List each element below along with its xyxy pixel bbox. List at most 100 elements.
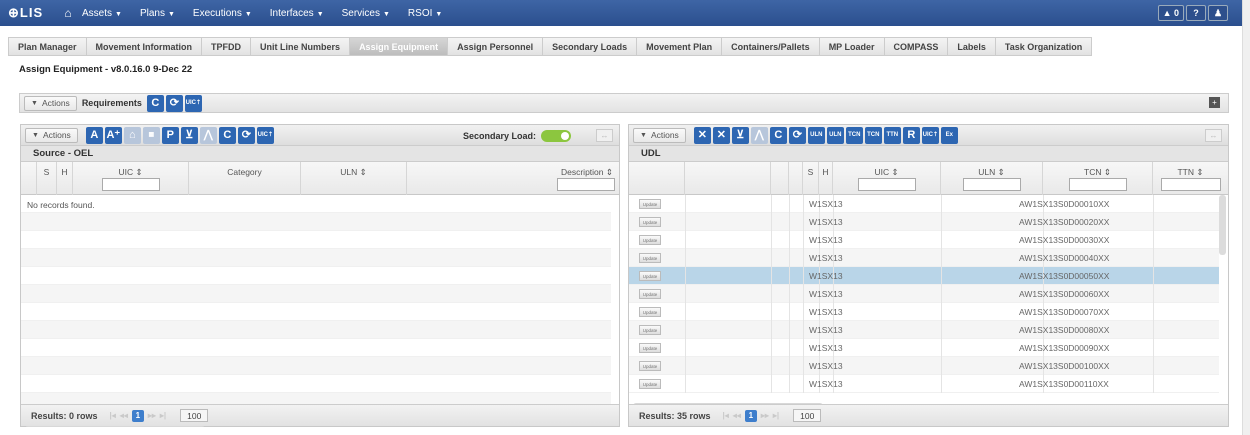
- uic-upload-icon[interactable]: UIC⇡: [921, 126, 939, 144]
- source-actions-button[interactable]: ▼ Actions: [25, 127, 78, 143]
- update-button[interactable]: Update: [639, 289, 661, 299]
- current-page[interactable]: 1: [131, 409, 144, 422]
- alerts-button[interactable]: ▲ 0: [1157, 5, 1184, 21]
- filter-icon[interactable]: ⊻: [180, 126, 198, 144]
- assign-all-icon[interactable]: A⁺: [104, 126, 122, 144]
- filter-icon[interactable]: ⊻: [731, 126, 749, 144]
- clear-filter-icon[interactable]: ⋀: [750, 126, 768, 144]
- table-row[interactable]: Update W1SX13 AW1SX13S0D00010XX: [629, 195, 1219, 213]
- update-button[interactable]: Update: [639, 217, 661, 227]
- app-logo[interactable]: ⊕LIS: [8, 5, 54, 21]
- update-button[interactable]: Update: [639, 325, 661, 335]
- col-h[interactable]: H: [819, 162, 833, 195]
- clear-icon[interactable]: C: [769, 126, 787, 144]
- clear-icon[interactable]: C: [146, 94, 164, 112]
- col-uln[interactable]: ULN ⇕: [941, 162, 1043, 195]
- next-page-icon[interactable]: ▸▸: [148, 411, 156, 420]
- col-category[interactable]: Category: [189, 162, 301, 195]
- collapse-arrows-icon[interactable]: ↔: [1205, 129, 1222, 142]
- unassign-all-icon[interactable]: ✕: [712, 126, 730, 144]
- unassign-icon[interactable]: ✕: [693, 126, 711, 144]
- table-row[interactable]: Update W1SX13 AW1SX13S0D00050XX: [629, 267, 1219, 285]
- vertical-scrollbar[interactable]: [1219, 195, 1226, 255]
- tab-compass[interactable]: COMPASS: [884, 37, 949, 56]
- uic-upload-icon[interactable]: UIC⇡: [256, 126, 274, 144]
- description-filter-input[interactable]: [557, 178, 615, 191]
- tab-assign-personnel[interactable]: Assign Personnel: [448, 37, 544, 56]
- add-uln-icon[interactable]: ULN: [807, 126, 825, 144]
- nav-interfaces[interactable]: Interfaces ▼: [270, 8, 324, 19]
- page-size-select[interactable]: 100: [180, 409, 209, 422]
- grid-icon[interactable]: ▦: [142, 126, 160, 144]
- update-button[interactable]: Update: [639, 235, 661, 245]
- tab-containers-pallets[interactable]: Containers/Pallets: [722, 37, 820, 56]
- col-s[interactable]: S: [37, 162, 57, 195]
- table-row[interactable]: Update W1SX13 AW1SX13S0D00100XX: [629, 357, 1219, 375]
- table-row[interactable]: Update W1SX13 AW1SX13S0D00060XX: [629, 285, 1219, 303]
- refresh-icon[interactable]: ⟳: [237, 126, 255, 144]
- col-description[interactable]: Description ⇕: [407, 162, 619, 195]
- tab-assign-equipment[interactable]: Assign Equipment: [350, 37, 449, 56]
- col-uic[interactable]: UIC ⇕: [833, 162, 941, 195]
- nav-rsoi[interactable]: RSOI ▼: [408, 8, 442, 19]
- tcn-assign-icon[interactable]: TCN: [864, 126, 882, 144]
- assign-icon[interactable]: A: [85, 126, 103, 144]
- tab-movement-plan[interactable]: Movement Plan: [637, 37, 723, 56]
- clear-filter-icon[interactable]: ⋀: [199, 126, 217, 144]
- tab-mp-loader[interactable]: MP Loader: [819, 37, 885, 56]
- tab-tpfdd[interactable]: TPFDD: [202, 37, 252, 56]
- refresh-icon[interactable]: ⟳: [788, 126, 806, 144]
- current-page[interactable]: 1: [744, 409, 757, 422]
- col-ttn[interactable]: TTN ⇕: [1153, 162, 1228, 195]
- first-page-icon[interactable]: |◂: [110, 411, 116, 420]
- tab-secondary-loads[interactable]: Secondary Loads: [543, 37, 638, 56]
- clear-icon[interactable]: C: [218, 126, 236, 144]
- uln-filter-input[interactable]: [962, 178, 1021, 191]
- col-s[interactable]: S: [803, 162, 819, 195]
- nav-assets[interactable]: Assets ▼: [82, 8, 122, 19]
- next-page-icon[interactable]: ▸▸: [761, 411, 769, 420]
- update-button[interactable]: Update: [639, 379, 661, 389]
- table-row[interactable]: Update W1SX13 AW1SX13S0D00070XX: [629, 303, 1219, 321]
- tab-movement-information[interactable]: Movement Information: [86, 37, 203, 56]
- update-button[interactable]: Update: [639, 361, 661, 371]
- table-row[interactable]: Update W1SX13 AW1SX13S0D00090XX: [629, 339, 1219, 357]
- export-excel-icon[interactable]: Ex: [940, 126, 958, 144]
- tab-unit-line-numbers[interactable]: Unit Line Numbers: [251, 37, 351, 56]
- tcn-filter-input[interactable]: [1068, 178, 1127, 191]
- table-row[interactable]: Update W1SX13 AW1SX13S0D00030XX: [629, 231, 1219, 249]
- uic-upload-icon[interactable]: UIC⇡: [184, 94, 202, 112]
- nav-plans[interactable]: Plans ▼: [140, 8, 175, 19]
- update-button[interactable]: Update: [639, 271, 661, 281]
- ttn-icon[interactable]: TTN: [883, 126, 901, 144]
- nav-services[interactable]: Services ▼: [342, 8, 390, 19]
- update-button[interactable]: Update: [639, 343, 661, 353]
- user-button[interactable]: ♟: [1208, 5, 1228, 21]
- tab-plan-manager[interactable]: Plan Manager: [8, 37, 87, 56]
- nav-executions[interactable]: Executions ▼: [193, 8, 252, 19]
- tcn-icon[interactable]: TCN: [845, 126, 863, 144]
- table-row[interactable]: Update W1SX13 AW1SX13S0D00020XX: [629, 213, 1219, 231]
- tab-labels[interactable]: Labels: [948, 37, 996, 56]
- page-scrollbar[interactable]: [1242, 0, 1250, 435]
- col-uic[interactable]: UIC ⇕: [73, 162, 189, 195]
- page-size-select[interactable]: 100: [793, 409, 822, 422]
- collapse-arrows-icon[interactable]: ↔: [596, 129, 613, 142]
- last-page-icon[interactable]: ▸|: [773, 411, 779, 420]
- col-h[interactable]: H: [57, 162, 73, 195]
- secondary-load-toggle[interactable]: [541, 130, 571, 142]
- uln-assign-icon[interactable]: ULN: [826, 126, 844, 144]
- update-button[interactable]: Update: [639, 199, 661, 209]
- table-row[interactable]: Update W1SX13 AW1SX13S0D00110XX: [629, 375, 1219, 393]
- home-assign-icon[interactable]: ⌂: [123, 126, 141, 144]
- last-page-icon[interactable]: ▸|: [160, 411, 166, 420]
- update-button[interactable]: Update: [639, 307, 661, 317]
- table-row[interactable]: Update W1SX13 AW1SX13S0D00040XX: [629, 249, 1219, 267]
- requirements-actions-button[interactable]: ▼ Actions: [24, 95, 77, 111]
- uic-filter-input[interactable]: [857, 178, 916, 191]
- uic-filter-input[interactable]: [101, 178, 160, 191]
- ttn-filter-input[interactable]: [1160, 178, 1221, 191]
- refresh-icon[interactable]: ⟳: [165, 94, 183, 112]
- prev-page-icon[interactable]: ◂◂: [120, 411, 128, 420]
- first-page-icon[interactable]: |◂: [723, 411, 729, 420]
